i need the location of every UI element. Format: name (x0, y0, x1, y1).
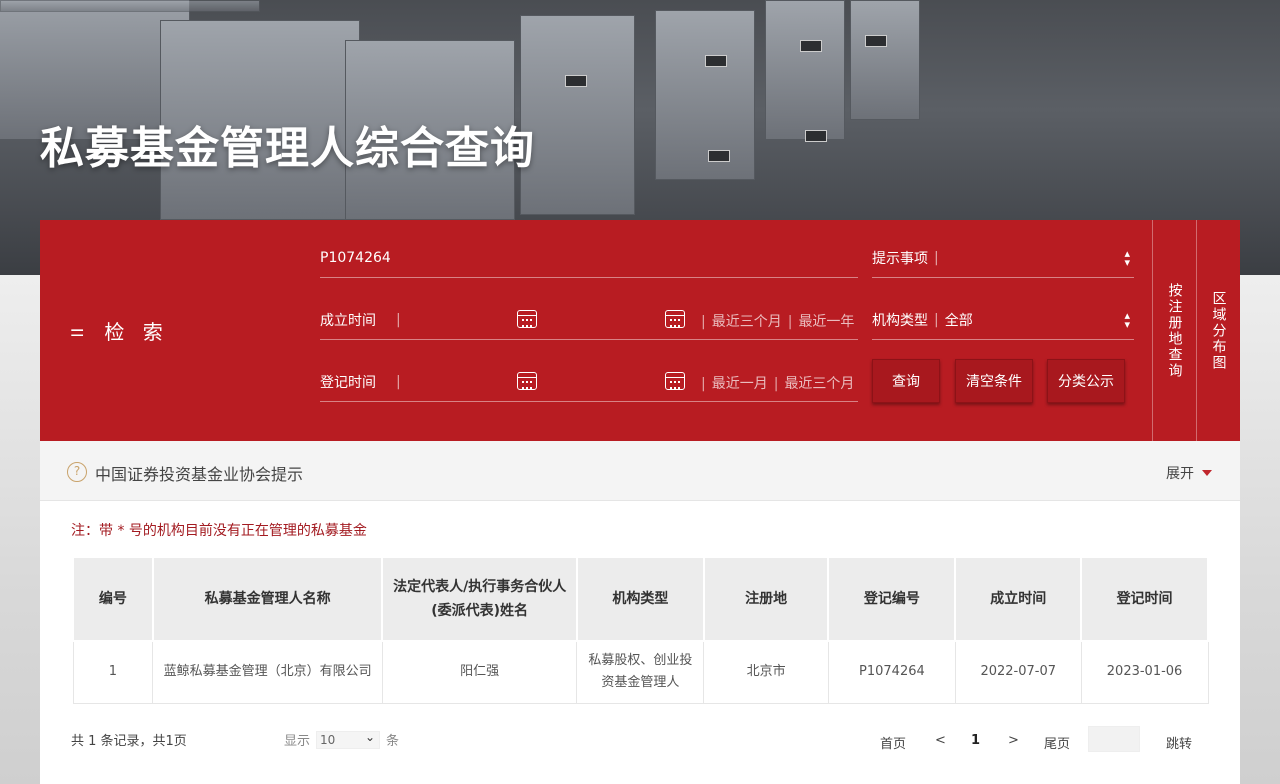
registered-quick-1month[interactable]: 最近一月 (712, 376, 768, 392)
next-page-button[interactable]: > (1008, 733, 1019, 748)
filter-icon: ⚌ (70, 321, 91, 340)
page-size-control: 显示 10 条 (284, 729, 400, 750)
search-heading: ⚌ 检 索 (70, 316, 169, 345)
notice-title: 中国证券投资基金业协会提示 (95, 465, 304, 484)
header-org-type: 机构类型 (575, 556, 705, 642)
table-row[interactable]: 1 蓝鲸私募基金管理（北京）有限公司 阳仁强 私募股权、创业投资基金管理人 北京… (72, 640, 1209, 704)
expand-toggle[interactable]: 展开 (1166, 463, 1212, 483)
page-size-label: 显示 (284, 734, 311, 749)
results-table: 编号 私募基金管理人名称 法定代表人/执行事务合伙人(委派代表)姓名 机构类型 … (72, 556, 1209, 704)
tab-by-registered-region[interactable]: 按注册地查询 (1152, 220, 1196, 441)
org-type-label: 机构类型 (872, 312, 928, 329)
header-legal-rep: 法定代表人/执行事务合伙人(委派代表)姓名 (381, 556, 578, 642)
header-established-date: 成立时间 (954, 556, 1083, 642)
search-panel: ⚌ 检 索 P1074264 成立时间 | | 最近三个月 | 最近一年 登记时间 |… (40, 220, 1240, 441)
header-number: 编号 (72, 556, 154, 642)
prev-page-button[interactable]: < (935, 733, 946, 748)
tab-region-map[interactable]: 区域分布图 (1196, 220, 1240, 441)
established-label: 成立时间 (320, 312, 376, 329)
jump-button[interactable]: 跳转 (1166, 733, 1192, 752)
cell-legal-rep: 阳仁强 (381, 640, 578, 704)
updown-arrow-icon: ▴ ▾ (1124, 246, 1130, 269)
cell-registration-no: P1074264 (827, 640, 956, 704)
cell-established-date: 2022-07-07 (954, 640, 1082, 704)
established-end-calendar-icon[interactable] (665, 310, 685, 328)
header-registration-no: 登记编号 (827, 556, 957, 642)
notice-select-label: 提示事项 (872, 250, 928, 267)
record-summary: 共 1 条记录，共1页 (71, 734, 187, 749)
header-manager-name: 私募基金管理人名称 (151, 556, 384, 642)
established-quick-1year[interactable]: 最近一年 (798, 314, 854, 330)
header-registered-date: 登记时间 (1080, 556, 1209, 642)
page-size-unit: 条 (386, 734, 400, 749)
cell-manager-name[interactable]: 蓝鲸私募基金管理（北京）有限公司 (152, 640, 383, 704)
table-header-row: 编号 私募基金管理人名称 法定代表人/执行事务合伙人(委派代表)姓名 机构类型 … (72, 556, 1209, 642)
registered-end-calendar-icon[interactable] (665, 372, 685, 390)
established-start-calendar-icon[interactable] (517, 310, 537, 328)
caret-down-icon (1202, 470, 1212, 476)
established-quick-filters: | 最近三个月 | 最近一年 (701, 314, 855, 330)
page-size-select[interactable]: 10 (316, 729, 381, 749)
jump-page-input[interactable] (1088, 726, 1140, 752)
registered-quick-filters: | 最近一月 | 最近三个月 (701, 376, 855, 392)
clear-conditions-button[interactable]: 清空条件 (955, 359, 1033, 403)
updown-arrow-icon: ▴ ▾ (1124, 308, 1130, 331)
registered-quick-3months[interactable]: 最近三个月 (784, 376, 854, 392)
established-quick-3months[interactable]: 最近三个月 (712, 314, 782, 330)
note-text: 注：带 * 号的机构目前没有正在管理的私募基金 (71, 523, 367, 539)
help-icon: ? (67, 462, 87, 482)
current-page[interactable]: 1 (971, 733, 980, 748)
registered-label: 登记时间 (320, 374, 376, 391)
registered-start-calendar-icon[interactable] (517, 372, 537, 390)
registration-number-input[interactable]: P1074264 (320, 238, 858, 278)
cell-number: 1 (72, 640, 154, 704)
page-title: 私募基金管理人综合查询 (40, 123, 535, 174)
org-type-select[interactable]: 机构类型 | 全部 ▴ ▾ (872, 300, 1134, 340)
notice-select[interactable]: 提示事项 | ▴ ▾ (872, 238, 1134, 278)
cell-org-type: 私募股权、创业投资基金管理人 (576, 640, 705, 704)
cell-registered-place: 北京市 (703, 640, 829, 704)
org-type-value: 全部 (944, 312, 973, 329)
last-page-link[interactable]: 尾页 (1044, 733, 1070, 752)
search-heading-label: 检 索 (104, 320, 169, 344)
header-registered-place: 注册地 (702, 556, 830, 642)
results-section: 注：带 * 号的机构目前没有正在管理的私募基金 编号 私募基金管理人名称 法定代… (40, 501, 1240, 784)
classified-disclosure-button[interactable]: 分类公示 (1047, 359, 1125, 403)
association-notice-bar: ? 中国证券投资基金业协会提示 展开 (40, 441, 1240, 501)
cell-registered-date: 2023-01-06 (1080, 640, 1209, 704)
expand-label: 展开 (1166, 466, 1194, 482)
query-button[interactable]: 查询 (872, 359, 940, 403)
first-page-link[interactable]: 首页 (880, 733, 906, 752)
